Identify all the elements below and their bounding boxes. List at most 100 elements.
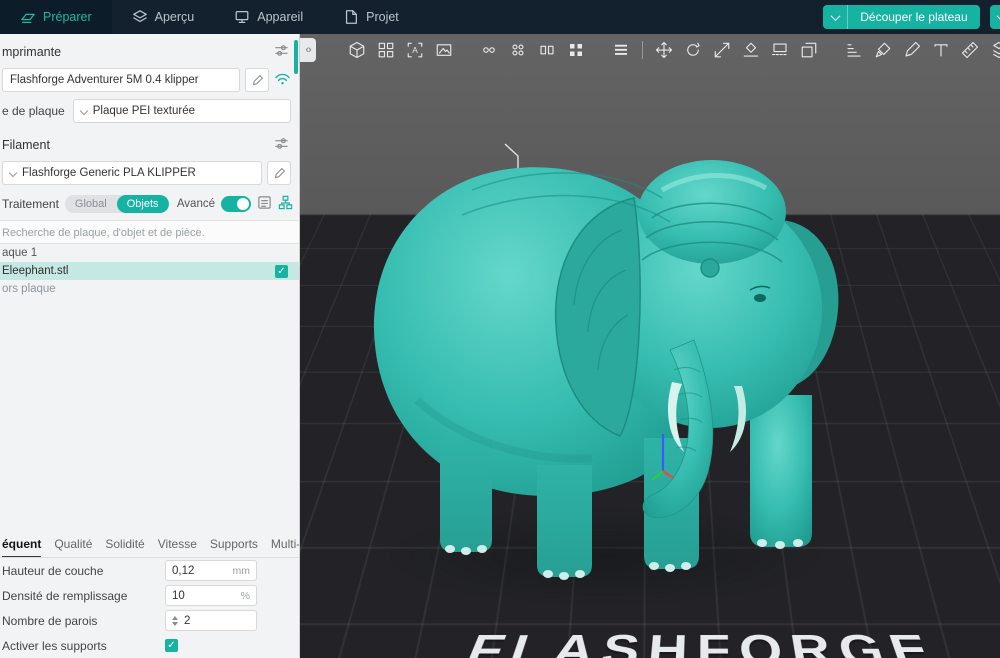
filament-settings-icon[interactable]	[274, 136, 289, 154]
tab-device[interactable]: Appareil	[214, 0, 323, 34]
tab-preview[interactable]: Aperçu	[112, 0, 215, 34]
print-dropdown-button[interactable]	[990, 5, 1000, 29]
slice-dropdown-button[interactable]	[823, 5, 847, 29]
tree-offplate-row[interactable]: ors plaque	[0, 280, 299, 298]
enable-supports-label: Activer les supports	[2, 639, 165, 653]
elephant-model[interactable]	[322, 70, 842, 600]
left-panel: mprimante Flashforge Adventurer 5M 0.4 k…	[0, 34, 300, 658]
wall-count-input[interactable]	[184, 615, 224, 627]
slice-plate-button[interactable]: Découper le plateau	[847, 5, 979, 29]
edit-filament-button[interactable]	[267, 161, 291, 185]
param-infill-density: Densité de remplissage %	[0, 583, 299, 608]
variable-layer-height-icon[interactable]	[843, 39, 865, 61]
viewport-3d[interactable]: ‹› A	[300, 34, 1000, 658]
offplate-row-label: ors plaque	[2, 283, 56, 295]
filament-name: Flashforge Generic PLA KLIPPER	[22, 167, 196, 179]
scope-global-segment[interactable]: Global	[65, 195, 117, 213]
param-wall-count: Nombre de parois	[0, 608, 299, 633]
move-icon[interactable]	[653, 39, 675, 61]
topbar-actions: Découper le plateau Im	[823, 0, 1000, 34]
plate-type-label: e de plaque	[2, 104, 65, 118]
object-pair-icon[interactable]	[536, 39, 558, 61]
printer-row: Flashforge Adventurer 5M 0.4 klipper	[0, 65, 299, 95]
object-row-label: Eleephant.stl	[2, 265, 69, 277]
tab-prepare[interactable]: Préparer	[0, 0, 112, 34]
tab-project-label: Projet	[366, 10, 399, 24]
sidebar-scrollbar[interactable]	[294, 40, 298, 74]
arrange-icon[interactable]	[375, 39, 397, 61]
object-visible-checkbox[interactable]: ✓	[275, 265, 288, 278]
viewport-toolbar: A	[346, 39, 1000, 61]
slice-button-group: Découper le plateau	[823, 5, 979, 29]
process-header-label: Traitement	[2, 197, 59, 211]
tab-supports[interactable]: Supports	[210, 537, 258, 557]
wifi-icon[interactable]	[274, 71, 291, 89]
tab-quality[interactable]: Qualité	[54, 537, 92, 557]
enable-supports-checkbox[interactable]: ✓	[165, 639, 178, 652]
layer-height-input[interactable]	[172, 565, 212, 577]
pencil-icon	[273, 167, 286, 180]
printer-select[interactable]: Flashforge Adventurer 5M 0.4 klipper	[2, 68, 240, 92]
layers-icon[interactable]	[610, 39, 632, 61]
printer-settings-icon[interactable]	[274, 43, 289, 61]
tab-frequent[interactable]: équent	[2, 537, 41, 558]
toolbar-separator	[642, 41, 643, 59]
objects-structure-icon[interactable]	[278, 195, 293, 213]
auto-orient-icon[interactable]: A	[404, 39, 426, 61]
wall-count-spinner[interactable]	[172, 616, 178, 626]
seam-paint-icon[interactable]	[901, 39, 923, 61]
print-button-group: Im	[990, 5, 1000, 29]
rotate-icon[interactable]	[682, 39, 704, 61]
infill-density-box: %	[165, 585, 257, 606]
preview-icon	[132, 9, 148, 25]
filament-section-header: Filament	[0, 127, 299, 158]
param-tabs: équent Qualité Solidité Vitesse Supports…	[0, 531, 299, 558]
plate-row-label: aque 1	[2, 247, 37, 259]
filament-select[interactable]: Flashforge Generic PLA KLIPPER	[2, 161, 262, 185]
tab-speed[interactable]: Vitesse	[158, 537, 197, 557]
infill-density-label: Densité de remplissage	[2, 589, 165, 603]
plate-pair-icon[interactable]	[478, 39, 500, 61]
support-paint-icon[interactable]	[872, 39, 894, 61]
edit-printer-button[interactable]	[245, 68, 269, 92]
text-tool-icon[interactable]	[930, 39, 952, 61]
tree-plate-row[interactable]: aque 1	[0, 244, 299, 262]
plate-type-value: Plaque PEI texturée	[93, 105, 195, 117]
infill-density-input[interactable]	[172, 590, 212, 602]
printer-name: Flashforge Adventurer 5M 0.4 klipper	[10, 74, 199, 86]
lay-flat-icon[interactable]	[740, 39, 762, 61]
plate-type-select[interactable]: Plaque PEI texturée	[73, 99, 291, 123]
filament-row: Flashforge Generic PLA KLIPPER	[0, 158, 299, 188]
scope-objects-segment[interactable]: Objets	[117, 195, 169, 213]
tab-multimaterial[interactable]: Multi-m...	[271, 537, 299, 557]
add-model-icon[interactable]	[346, 39, 368, 61]
project-icon	[343, 9, 359, 25]
plate-quad-icon[interactable]	[507, 39, 529, 61]
assembly-view-icon[interactable]	[988, 39, 1000, 61]
advanced-toggle[interactable]	[221, 196, 251, 212]
tab-strength[interactable]: Solidité	[105, 537, 144, 557]
wall-count-box	[165, 610, 257, 631]
top-bar: Préparer Aperçu Appareil Projet Découper…	[0, 0, 1000, 34]
tree-object-row[interactable]: Eleephant.stl ✓	[0, 262, 299, 280]
chevron-down-icon	[830, 11, 840, 21]
cut-icon[interactable]	[769, 39, 791, 61]
split-image-icon[interactable]	[433, 39, 455, 61]
list-settings-icon[interactable]	[257, 195, 272, 213]
layer-height-unit: mm	[233, 565, 251, 577]
tab-device-label: Appareil	[257, 10, 303, 24]
tab-project[interactable]: Projet	[323, 0, 419, 34]
wall-count-label: Nombre de parois	[2, 614, 165, 628]
search-input[interactable]	[2, 227, 291, 239]
scale-icon[interactable]	[711, 39, 733, 61]
clone-icon[interactable]	[798, 39, 820, 61]
sidebar-spacer	[0, 298, 299, 531]
chevron-down-icon	[79, 107, 87, 115]
param-enable-supports: Activer les supports ✓	[0, 633, 299, 658]
infill-density-unit: %	[241, 590, 250, 602]
advanced-label: Avancé	[177, 198, 215, 210]
layer-height-label: Hauteur de couche	[2, 564, 165, 578]
measure-icon[interactable]	[959, 39, 981, 61]
sidebar-collapse-handle[interactable]: ‹›	[300, 38, 316, 62]
object-quad-icon[interactable]	[565, 39, 587, 61]
